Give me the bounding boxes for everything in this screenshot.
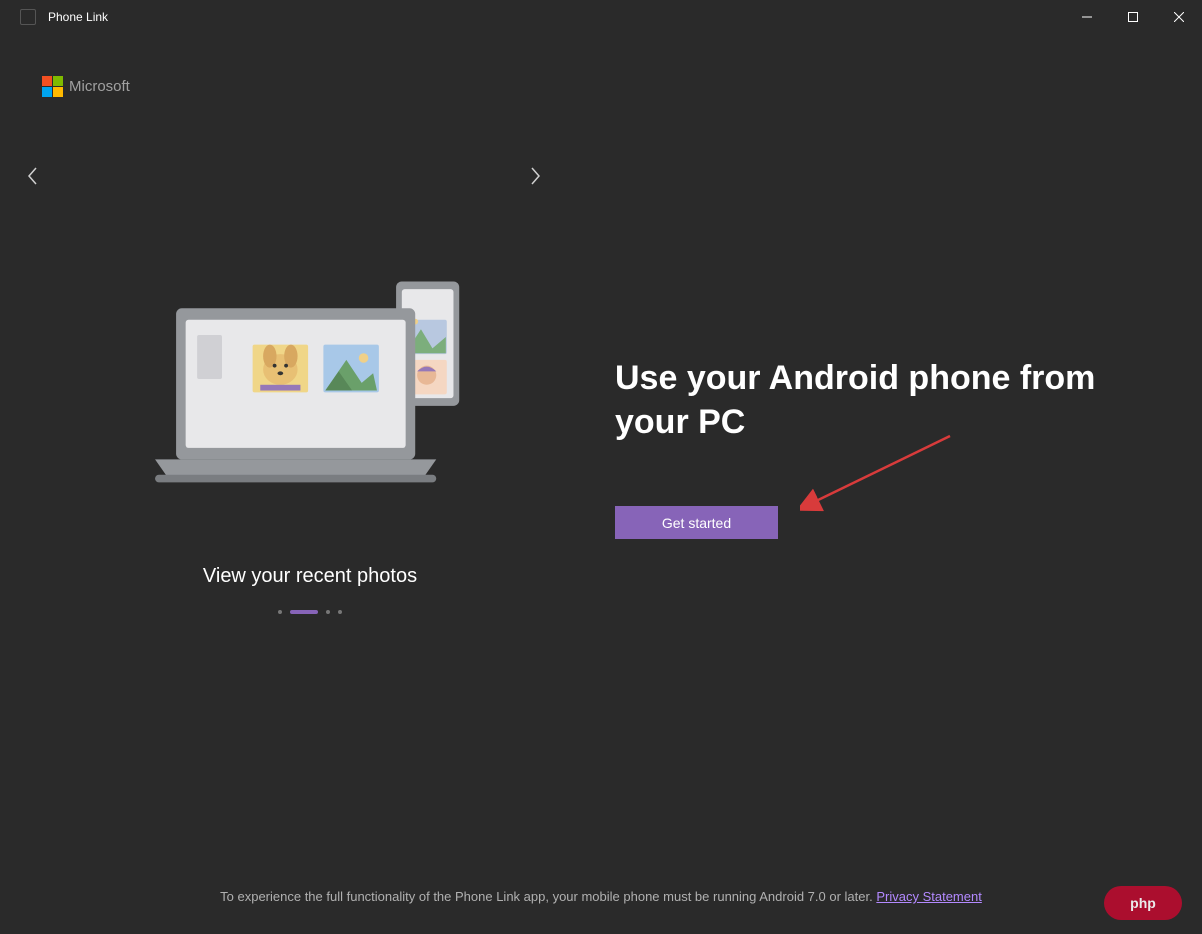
window-title: Phone Link [48, 10, 108, 24]
window-controls [1064, 0, 1202, 34]
main-content: Use your Android phone from your PC Get … [615, 356, 1175, 539]
minimize-button[interactable] [1064, 0, 1110, 34]
php-watermark: php [1104, 886, 1182, 920]
carousel-dot[interactable] [338, 610, 342, 614]
titlebar: Phone Link [0, 0, 1202, 34]
app-icon [20, 9, 36, 25]
carousel-illustration [60, 270, 560, 490]
minimize-icon [1082, 12, 1092, 22]
close-button[interactable] [1156, 0, 1202, 34]
chevron-left-icon [26, 166, 38, 186]
carousel-dots [60, 610, 560, 614]
microsoft-text: Microsoft [69, 78, 130, 95]
laptop-phone-illustration-icon [140, 270, 480, 490]
carousel-next-button[interactable] [520, 152, 552, 200]
get-started-button[interactable]: Get started [615, 506, 778, 539]
carousel-prev-button[interactable] [16, 152, 48, 200]
maximize-button[interactable] [1110, 0, 1156, 34]
maximize-icon [1128, 12, 1138, 22]
footer-text: To experience the full functionality of … [220, 889, 876, 904]
carousel-dot[interactable] [278, 610, 282, 614]
footer: To experience the full functionality of … [0, 889, 1202, 904]
microsoft-logo: Microsoft [42, 76, 130, 97]
carousel-dot[interactable] [326, 610, 330, 614]
headline: Use your Android phone from your PC [615, 356, 1175, 444]
privacy-link[interactable]: Privacy Statement [876, 889, 982, 904]
carousel-caption: View your recent photos [60, 565, 560, 588]
microsoft-squares-icon [42, 76, 63, 97]
chevron-right-icon [530, 166, 542, 186]
close-icon [1174, 12, 1184, 22]
carousel-dot-active[interactable] [290, 610, 318, 614]
